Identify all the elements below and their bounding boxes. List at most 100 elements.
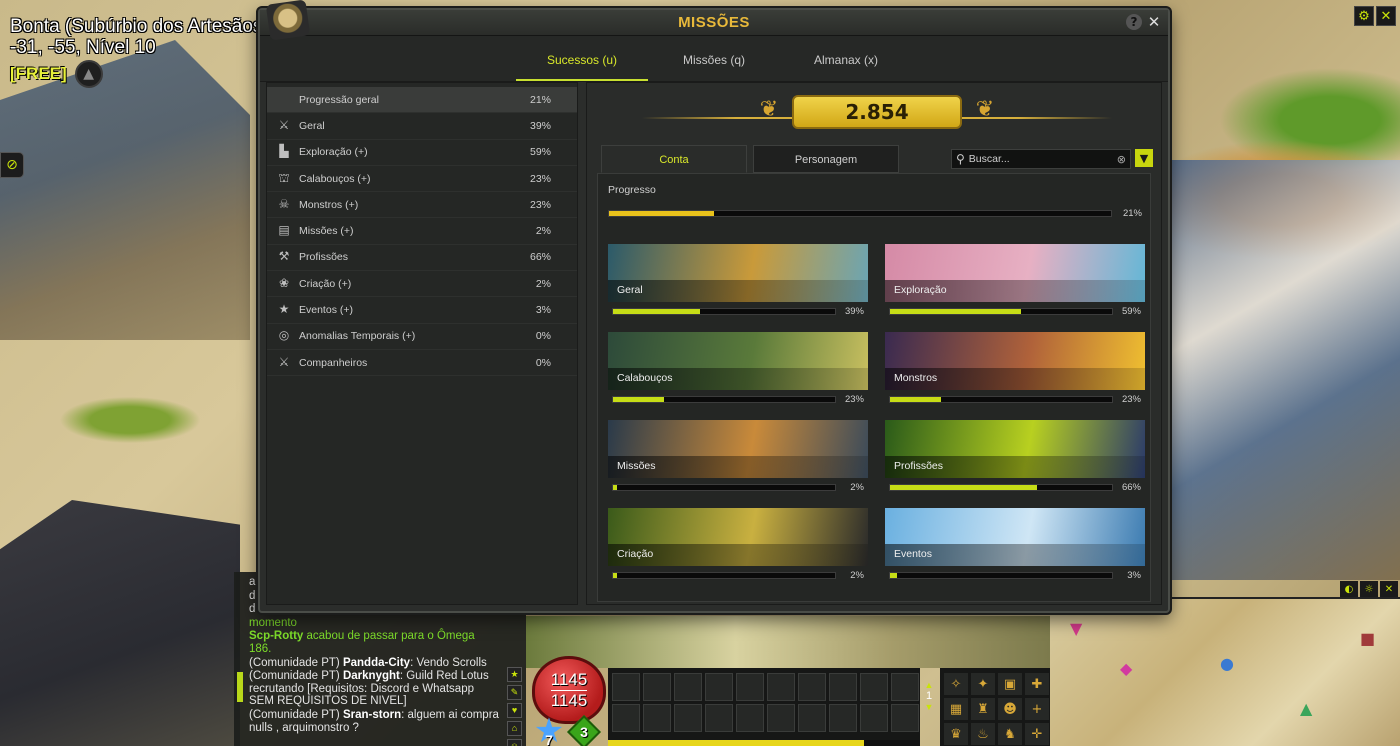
- close-game-icon[interactable]: ✕: [1376, 6, 1396, 26]
- shortcut-slot[interactable]: [829, 704, 857, 732]
- quest-tracker-icon[interactable]: ⊘: [0, 152, 24, 178]
- category-item[interactable]: ⚒ Profissões 66%: [267, 245, 577, 272]
- add-icon[interactable]: +: [1025, 698, 1049, 720]
- shortcut-slot[interactable]: [860, 704, 888, 732]
- category-item[interactable]: ⛫ Calabouços (+) 23%: [267, 166, 577, 193]
- pin-icon[interactable]: ✚: [1025, 673, 1049, 695]
- card-progress-pct: 2%: [850, 482, 864, 493]
- card-progress-bar: [612, 572, 836, 579]
- category-card[interactable]: Eventos 3%: [885, 508, 1145, 586]
- chat-pen-icon[interactable]: ✎: [507, 685, 522, 700]
- plus-icon[interactable]: ✛: [1025, 723, 1049, 745]
- shortcut-slot[interactable]: [829, 673, 857, 701]
- filter-button[interactable]: ▼: [1135, 149, 1153, 167]
- shortcut-slot[interactable]: [736, 673, 764, 701]
- map-marker-icon[interactable]: ▼: [1070, 619, 1082, 638]
- chat-player-name[interactable]: Darknyght: [343, 670, 400, 682]
- tab-character[interactable]: Personagem: [753, 145, 899, 173]
- paw-icon: ❀: [278, 275, 290, 290]
- search-input[interactable]: [968, 153, 1113, 165]
- shortcut-page: 1: [925, 690, 933, 702]
- category-item[interactable]: ★ Eventos (+) 3%: [267, 297, 577, 324]
- category-card[interactable]: Exploração 59%: [885, 244, 1145, 322]
- companion-icon: ⚔: [278, 354, 290, 369]
- alignment-icon[interactable]: ▲: [74, 60, 103, 88]
- category-item[interactable]: ▙ Exploração (+) 59%: [267, 140, 577, 166]
- map-marker-icon[interactable]: ▲: [1300, 699, 1312, 718]
- shop-icon[interactable]: ♨: [971, 723, 995, 745]
- shortcut-slot[interactable]: [674, 673, 702, 701]
- page-down-icon[interactable]: ▼: [925, 702, 934, 712]
- stack-icon[interactable]: ▦: [944, 698, 968, 720]
- category-card[interactable]: Monstros 23%: [885, 332, 1145, 410]
- wand-icon[interactable]: ✦: [971, 673, 995, 695]
- minimap[interactable]: ◐ ☼ ✕ ▼ ◆ ● ▲ ■: [1050, 581, 1400, 746]
- category-item[interactable]: Progressão geral 21%: [267, 87, 577, 114]
- bag-icon[interactable]: ▣: [998, 673, 1022, 695]
- chat-home-icon[interactable]: ⌂: [507, 721, 522, 736]
- chat-player-name[interactable]: Pandda-City: [343, 657, 410, 669]
- chat-smiley-icon[interactable]: ☺: [507, 739, 522, 746]
- category-item[interactable]: ☠ Monstros (+) 23%: [267, 192, 577, 219]
- shortcut-slot[interactable]: [736, 704, 764, 732]
- shortcut-slot[interactable]: [612, 673, 640, 701]
- category-item[interactable]: ◎ Anomalias Temporais (+) 0%: [267, 324, 577, 350]
- chat-player-name[interactable]: Scp-Rotty: [249, 630, 303, 642]
- category-item[interactable]: ❀ Criação (+) 2%: [267, 271, 577, 298]
- map-settings-icon[interactable]: ☼: [1360, 581, 1378, 597]
- window-titlebar[interactable]: MISSÕES ? ✕: [260, 0, 1168, 41]
- shortcut-slot[interactable]: [891, 704, 919, 732]
- shortcut-slot[interactable]: [643, 704, 671, 732]
- map-marker-icon[interactable]: ■: [1360, 629, 1375, 648]
- tab-achievements[interactable]: Sucessos (u): [516, 53, 648, 81]
- scene-roof: [0, 500, 240, 746]
- category-card[interactable]: Profissões 66%: [885, 420, 1145, 498]
- chat-heart-icon[interactable]: ♥: [507, 703, 522, 718]
- clear-search-icon[interactable]: ⊗: [1117, 153, 1126, 166]
- category-card[interactable]: Geral 39%: [608, 244, 868, 322]
- help-icon[interactable]: ?: [1126, 14, 1142, 30]
- category-pct: 21%: [529, 93, 551, 106]
- category-card[interactable]: Criação 2%: [608, 508, 868, 586]
- shortcut-slot[interactable]: [767, 704, 795, 732]
- chat-favorite-icon[interactable]: ★: [507, 667, 522, 682]
- close-icon[interactable]: ✕: [1146, 13, 1162, 31]
- page-up-icon[interactable]: ▲: [925, 680, 934, 690]
- chat-channel: (Comunidade PT): [249, 656, 340, 669]
- spells-icon[interactable]: ✧: [944, 673, 968, 695]
- category-item[interactable]: ⚔ Geral 39%: [267, 113, 577, 140]
- category-card[interactable]: Calabouços 23%: [608, 332, 868, 410]
- shortcut-slot[interactable]: [643, 673, 671, 701]
- category-cards: Geral 39% Exploração 59% Calabouços 23% Monstr…: [608, 244, 1145, 586]
- mount-icon[interactable]: ♞: [998, 723, 1022, 745]
- guild-icon[interactable]: ♜: [971, 698, 995, 720]
- group-icon[interactable]: ☻: [998, 698, 1022, 720]
- trophy-icon[interactable]: ♛: [944, 723, 968, 745]
- tab-almanax[interactable]: Almanax (x): [780, 53, 912, 81]
- chat-scroll-indicator[interactable]: [237, 672, 243, 702]
- shortcut-slot[interactable]: [705, 673, 733, 701]
- shortcut-slot[interactable]: [798, 673, 826, 701]
- shortcut-slot[interactable]: [860, 673, 888, 701]
- category-item[interactable]: ⚔ Companheiros 0%: [267, 350, 577, 377]
- chat-player-name[interactable]: Sran-storn: [343, 709, 401, 721]
- category-label: Calabouços (+): [299, 172, 371, 185]
- shortcut-slot[interactable]: [674, 704, 702, 732]
- shortcut-slot[interactable]: [612, 704, 640, 732]
- shortcut-slot[interactable]: [891, 673, 919, 701]
- shortcut-slot[interactable]: [798, 704, 826, 732]
- map-marker-icon[interactable]: ◆: [1120, 659, 1132, 678]
- map-marker-icon[interactable]: ●: [1220, 654, 1234, 673]
- card-label: Geral: [608, 280, 868, 302]
- card-progress-pct: 66%: [1121, 482, 1141, 493]
- shortcut-slot[interactable]: [705, 704, 733, 732]
- map-zoom-icon[interactable]: ◐: [1340, 581, 1358, 597]
- category-item[interactable]: ▤ Missões (+) 2%: [267, 218, 577, 245]
- tab-account[interactable]: Conta: [601, 145, 747, 173]
- category-card[interactable]: Missões 2%: [608, 420, 868, 498]
- tab-quests[interactable]: Missões (q): [648, 53, 780, 81]
- top-right-controls: ⚙ ✕: [1354, 6, 1396, 26]
- settings-icon[interactable]: ⚙: [1354, 6, 1374, 26]
- map-close-icon[interactable]: ✕: [1380, 581, 1398, 597]
- shortcut-slot[interactable]: [767, 673, 795, 701]
